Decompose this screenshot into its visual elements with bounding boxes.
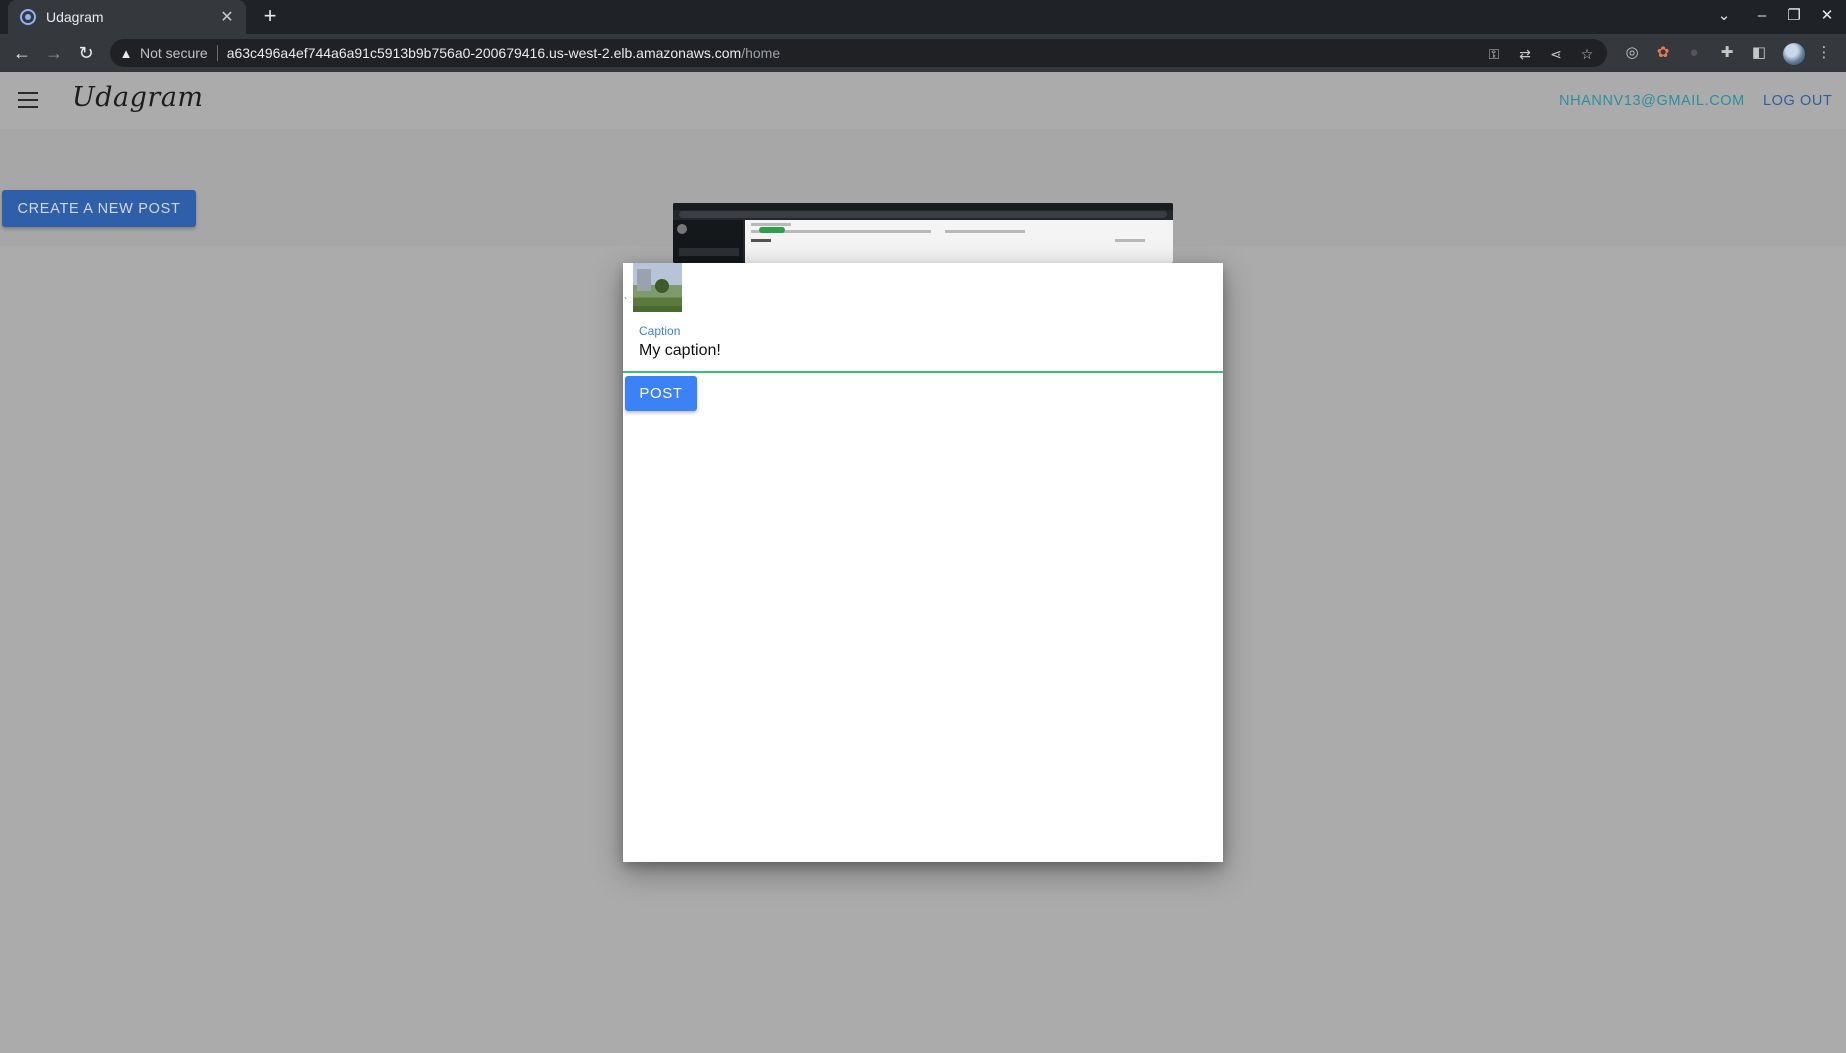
image-preview-thumbnail <box>633 263 682 312</box>
new-post-modal: ` Caption POST <box>623 263 1223 862</box>
address-separator <box>216 45 218 61</box>
create-post-button[interactable]: CREATE A NEW POST <box>2 190 196 227</box>
app-header: Udagram NHANNV13@GMAIL.COM LOG OUT <box>0 72 1846 129</box>
address-bar[interactable]: ▲ Not secure a63c496a4ef744a6a91c5913b9b… <box>110 39 1607 67</box>
tab-close-icon[interactable]: ✕ <box>218 7 236 27</box>
chevron-down-icon[interactable]: ⌄ <box>1714 6 1734 26</box>
caption-input[interactable] <box>639 340 1209 362</box>
browser-toolbar: ← → ↻ ▲ Not secure a63c496a4ef744a6a91c5… <box>0 34 1846 72</box>
user-email-link[interactable]: NHANNV13@GMAIL.COM <box>1559 93 1745 109</box>
color-extension-icon[interactable]: ✿ <box>1653 43 1673 63</box>
logout-button[interactable]: LOG OUT <box>1763 93 1832 109</box>
restore-icon[interactable]: ❐ <box>1784 6 1804 26</box>
url-path[interactable]: /home <box>741 45 780 61</box>
security-label[interactable]: Not secure <box>140 45 208 61</box>
key-icon[interactable]: ⚿ <box>1485 45 1503 63</box>
dark-extension-icon[interactable]: ● <box>1684 43 1704 63</box>
browser-tab-bar: Udagram ✕ + ⌄ – ❐ ✕ <box>0 0 1846 34</box>
tab-title: Udagram <box>46 9 104 25</box>
back-icon[interactable]: ← <box>11 42 33 64</box>
forward-icon[interactable]: → <box>43 42 65 64</box>
warning-icon[interactable]: ▲ <box>118 46 134 61</box>
sidebar-icon[interactable]: ◧ <box>1749 43 1769 63</box>
new-tab-icon[interactable]: + <box>258 4 282 28</box>
profile-avatar[interactable] <box>1783 43 1805 65</box>
tab-favicon-icon <box>20 9 36 25</box>
hamburger-menu-icon[interactable] <box>18 92 38 108</box>
puzzle-icon[interactable]: ✚ <box>1717 43 1737 63</box>
app-brand[interactable]: Udagram <box>72 82 204 113</box>
caption-underline <box>623 371 1223 373</box>
minimize-icon[interactable]: – <box>1752 6 1772 26</box>
caption-label: Caption <box>639 324 681 338</box>
post-button[interactable]: POST <box>625 376 697 411</box>
share-icon[interactable]: ⋖ <box>1547 45 1565 63</box>
bookmark-star-icon[interactable]: ☆ <box>1578 45 1596 63</box>
page-content: Udagram NHANNV13@GMAIL.COM LOG OUT CREAT… <box>0 72 1846 1053</box>
modal-mark: ` <box>624 297 628 308</box>
translate-icon[interactable]: ⇄ <box>1516 45 1534 63</box>
feed-post-image <box>673 203 1173 263</box>
url-host[interactable]: a63c496a4ef744a6a91c5913b9b756a0-2006794… <box>227 45 742 61</box>
browser-tab[interactable]: Udagram ✕ <box>8 0 246 34</box>
close-window-icon[interactable]: ✕ <box>1817 6 1837 26</box>
reload-icon[interactable]: ↻ <box>75 42 97 64</box>
more-menu-icon[interactable]: ⋮ <box>1814 43 1834 63</box>
extension-icon[interactable]: ◎ <box>1622 43 1642 63</box>
